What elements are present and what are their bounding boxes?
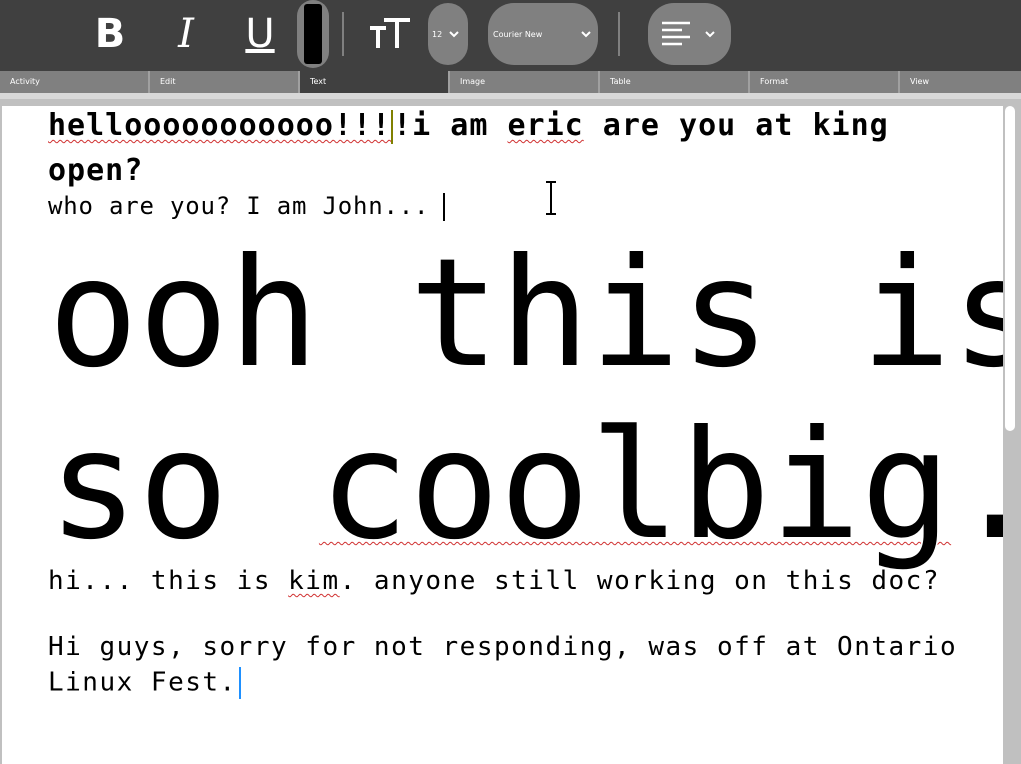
font-family-select[interactable]: Courier New	[488, 3, 598, 65]
text-run: . anyone still working on this doc?	[339, 566, 940, 596]
align-left-icon	[662, 21, 690, 46]
font-family-value: Courier New	[493, 29, 543, 39]
misspelled-word: kim	[288, 566, 340, 596]
text-run: are you at king	[583, 108, 889, 143]
text-color-button[interactable]	[297, 0, 329, 68]
document-canvas[interactable]: hellooooooooooo!!!!i am eric are you at …	[2, 106, 1003, 764]
text-line: ooh this is	[48, 227, 1003, 401]
text-size-button[interactable]	[364, 8, 416, 60]
textsize-icon	[370, 18, 410, 48]
text-line: open?	[48, 153, 144, 188]
text-cursor	[238, 667, 241, 699]
misspelled-word: hellooooooooooo!!!	[48, 108, 392, 143]
font-size-select[interactable]: 12	[428, 3, 468, 65]
chevron-down-icon	[581, 31, 591, 38]
text-run: .	[951, 399, 1003, 573]
toolbar-separator	[342, 12, 344, 56]
toolbar: B I U 12 Courier New	[0, 0, 1021, 71]
text-run: !i am	[393, 108, 508, 143]
tab-activity[interactable]: Activity	[0, 71, 150, 93]
text-line: Hi guys, sorry for not responding, was o…	[48, 632, 958, 662]
text-line: hellooooooooooo!!!!i am eric are you at …	[48, 108, 889, 144]
tab-text[interactable]: Text	[298, 71, 448, 93]
toolbar-separator	[618, 12, 620, 56]
tab-edit[interactable]: Edit	[148, 71, 298, 93]
tab-format[interactable]: Format	[748, 71, 898, 93]
text-run: hi... this is	[48, 566, 289, 596]
misspelled-word: coolbig	[318, 399, 952, 573]
text-line: Linux Fest.	[48, 667, 241, 699]
bold-button[interactable]: B	[88, 8, 132, 60]
chevron-down-icon	[705, 31, 715, 38]
tab-table[interactable]: Table	[598, 71, 748, 93]
underline-button[interactable]: U	[238, 8, 282, 60]
text-run: Linux Fest.	[48, 667, 237, 698]
text-line: hi... this is kim. anyone still working …	[48, 566, 940, 596]
chevron-down-icon	[449, 31, 459, 38]
text-run: so	[48, 399, 319, 573]
alignment-select[interactable]	[648, 3, 731, 65]
font-size-value: 12	[432, 29, 443, 39]
ibeam-cursor-icon	[546, 181, 556, 215]
toolbar-divider	[0, 93, 1021, 99]
misspelled-word: eric	[507, 108, 584, 143]
text-line: so coolbig.	[48, 386, 1003, 586]
color-swatch	[304, 4, 322, 64]
italic-button[interactable]: I	[164, 8, 208, 60]
tab-view[interactable]: View	[898, 71, 1021, 93]
tab-image[interactable]: Image	[448, 71, 598, 93]
scrollbar-thumb[interactable]	[1005, 106, 1015, 431]
tab-bar: Activity Edit Text Image Table Format Vi…	[0, 71, 1021, 93]
